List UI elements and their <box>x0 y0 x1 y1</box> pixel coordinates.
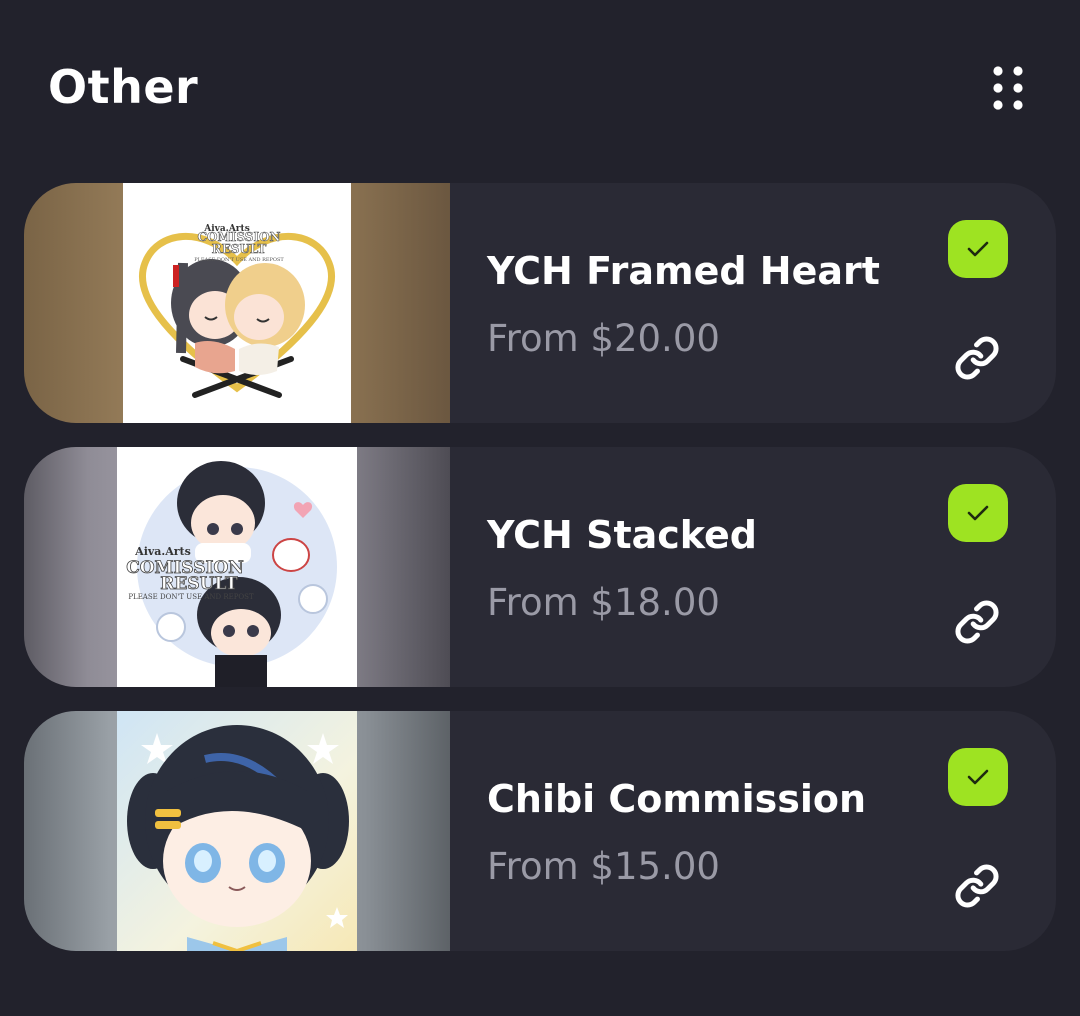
commission-price: From $18.00 <box>487 581 720 624</box>
selected-checkbox[interactable] <box>948 220 1008 278</box>
watermark-subtitle: RESULT <box>160 574 238 594</box>
link-icon <box>955 864 999 908</box>
selected-checkbox[interactable] <box>948 748 1008 806</box>
watermark-brand: Aiva.Arts <box>134 545 191 558</box>
commission-title: Chibi Commission <box>487 777 867 821</box>
commission-thumbnail[interactable] <box>24 711 450 951</box>
watermark-notice: PLEASE DON'T USE AND REPOST <box>194 257 284 263</box>
section-title: Other <box>48 60 199 114</box>
commission-thumbnail[interactable]: Aiva.Arts COMISSION RESULT PLEASE DON'T … <box>24 447 450 687</box>
commission-card[interactable]: Chibi Commission From $15.00 <box>24 711 1056 951</box>
link-icon <box>955 336 999 380</box>
grid-dots-icon <box>993 66 1023 110</box>
checkmark-icon <box>967 505 989 521</box>
commission-card[interactable]: Aiva.Arts COMISSION RESULT PLEASE DON'T … <box>24 447 1056 687</box>
copy-link-button[interactable] <box>951 597 1003 647</box>
commission-price: From $15.00 <box>487 845 720 888</box>
chibi-heart-artwork: Aiva.Arts COMISSION RESULT PLEASE DON'T … <box>138 224 336 398</box>
commission-card[interactable]: Aiva.Arts COMISSION RESULT PLEASE DON'T … <box>24 183 1056 423</box>
selected-checkbox[interactable] <box>948 484 1008 542</box>
commission-title: YCH Stacked <box>487 513 758 557</box>
copy-link-button[interactable] <box>951 861 1003 911</box>
link-icon <box>955 600 999 644</box>
grid-menu-button[interactable] <box>984 64 1032 112</box>
checkmark-icon <box>967 241 989 257</box>
copy-link-button[interactable] <box>951 333 1003 383</box>
chibi-stacked-artwork: Aiva.Arts COMISSION RESULT PLEASE DON'T … <box>126 461 337 687</box>
commissions-section: Other Aiva.Arts COMISSION RESULT PLEASE … <box>0 0 1080 1016</box>
commission-title: YCH Framed Heart <box>487 249 880 293</box>
commission-list: Aiva.Arts COMISSION RESULT PLEASE DON'T … <box>24 183 1056 951</box>
watermark-subtitle: RESULT <box>212 242 267 256</box>
commission-thumbnail[interactable]: Aiva.Arts COMISSION RESULT PLEASE DON'T … <box>24 183 450 423</box>
commission-price: From $20.00 <box>487 317 720 360</box>
checkmark-icon <box>967 769 989 785</box>
chibi-girl-artwork <box>127 725 349 951</box>
watermark-notice: PLEASE DON'T USE AND REPOST <box>128 593 254 601</box>
